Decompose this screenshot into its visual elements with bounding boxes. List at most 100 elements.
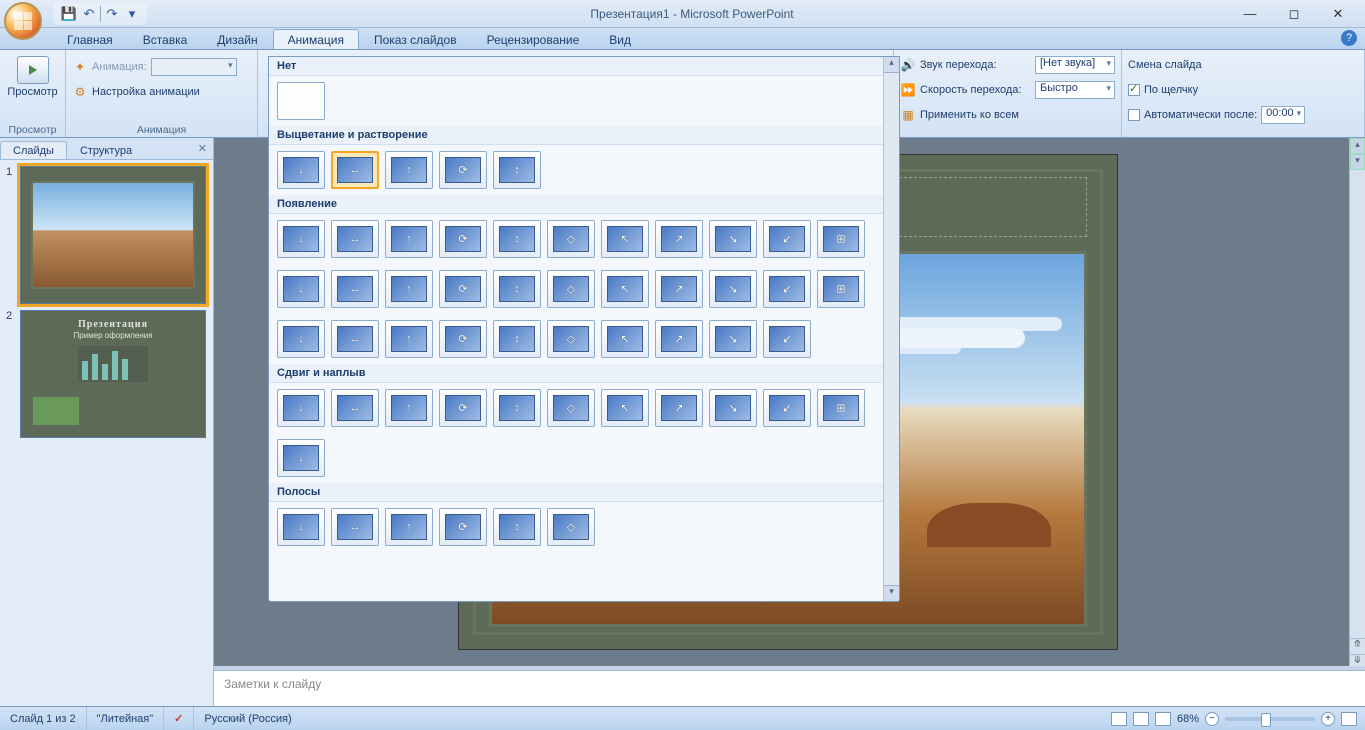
transition-item[interactable]: ⊞ <box>817 389 865 427</box>
thumb-1[interactable] <box>20 166 206 304</box>
preview-button[interactable]: Просмотр <box>6 52 59 102</box>
qat-dropdown-icon[interactable]: ▾ <box>123 5 141 23</box>
transition-item[interactable]: ↘ <box>709 270 757 308</box>
transition-item[interactable]: ↕ <box>493 320 541 358</box>
transition-item[interactable]: ↓ <box>277 151 325 189</box>
transition-item[interactable]: ↔ <box>331 270 379 308</box>
transition-item[interactable]: ↖ <box>601 389 649 427</box>
notes-pane[interactable]: Заметки к слайду <box>214 670 1365 706</box>
slides-panel-close-icon[interactable]: ✕ <box>198 142 207 155</box>
tab-outline[interactable]: Структура <box>67 141 145 159</box>
transition-item[interactable]: ↑ <box>385 320 433 358</box>
transition-item[interactable]: ↕ <box>493 220 541 258</box>
transition-item[interactable]: ↓ <box>277 270 325 308</box>
auto-after-value[interactable]: 00:00 <box>1261 106 1305 124</box>
transition-item[interactable]: ↓ <box>277 320 325 358</box>
tab-design[interactable]: Дизайн <box>202 29 272 49</box>
tab-insert[interactable]: Вставка <box>128 29 203 49</box>
tab-review[interactable]: Рецензирование <box>472 29 595 49</box>
office-button[interactable] <box>4 2 42 40</box>
apply-all-button[interactable]: ▦ Применить ко всем <box>900 104 1115 126</box>
speed-combo[interactable]: Быстро <box>1035 81 1115 99</box>
tab-home[interactable]: Главная <box>52 29 128 49</box>
tab-slides[interactable]: Слайды <box>0 141 67 159</box>
transition-item[interactable]: ↕ <box>493 270 541 308</box>
transition-item[interactable]: ↑ <box>385 151 433 189</box>
transition-item[interactable]: ↓ <box>277 508 325 546</box>
transition-item[interactable]: ↓ <box>277 389 325 427</box>
thumb-2-wrap[interactable]: 2 Презентация Пример оформления <box>6 310 207 438</box>
transition-item[interactable]: ⟳ <box>439 389 487 427</box>
transition-item[interactable]: ↓ <box>277 439 325 477</box>
transition-item[interactable]: ↖ <box>601 320 649 358</box>
view-sorter-button[interactable] <box>1133 712 1149 726</box>
transition-item[interactable]: ↖ <box>601 270 649 308</box>
gallery-scroll-up-icon[interactable]: ▴ <box>884 57 899 73</box>
tab-view[interactable]: Вид <box>594 29 646 49</box>
scroll-up-icon[interactable]: ▴ <box>1350 138 1365 154</box>
zoom-slider[interactable] <box>1225 717 1315 721</box>
transition-item[interactable]: ⊞ <box>817 220 865 258</box>
prev-slide-button[interactable]: ⤊ <box>1350 638 1365 654</box>
thumb-2[interactable]: Презентация Пример оформления <box>20 310 206 438</box>
minimize-button[interactable]: — <box>1237 4 1263 24</box>
close-button[interactable]: ✕ <box>1325 4 1351 24</box>
transition-item[interactable]: ↗ <box>655 320 703 358</box>
transition-item[interactable]: ↘ <box>709 220 757 258</box>
transition-item[interactable]: ↕ <box>493 389 541 427</box>
transition-item[interactable]: ↔ <box>331 151 379 189</box>
transition-item[interactable]: ⊞ <box>817 270 865 308</box>
transition-item[interactable]: ↕ <box>493 508 541 546</box>
transition-item[interactable]: ↕ <box>493 151 541 189</box>
zoom-out-button[interactable]: − <box>1205 712 1219 726</box>
status-language[interactable]: Русский (Россия) <box>194 707 301 730</box>
auto-after-checkbox[interactable] <box>1128 109 1140 121</box>
transition-item[interactable]: ↑ <box>385 508 433 546</box>
transition-item[interactable]: ◇ <box>547 508 595 546</box>
transition-item[interactable]: ↔ <box>331 389 379 427</box>
transition-item[interactable]: ↘ <box>709 389 757 427</box>
transition-item[interactable]: ↙ <box>763 320 811 358</box>
transition-item[interactable]: ↙ <box>763 220 811 258</box>
tab-slideshow[interactable]: Показ слайдов <box>359 29 472 49</box>
transition-item[interactable]: ⟳ <box>439 270 487 308</box>
view-slideshow-button[interactable] <box>1155 712 1171 726</box>
transition-item[interactable]: ⟳ <box>439 320 487 358</box>
transition-item[interactable]: ↔ <box>331 220 379 258</box>
scroll-down-icon[interactable]: ▾ <box>1350 154 1365 170</box>
transition-none[interactable] <box>277 82 325 120</box>
transition-item[interactable]: ↓ <box>277 220 325 258</box>
editor-vertical-scrollbar[interactable]: ▴ ▾ ⤊ ⤋ <box>1349 138 1365 670</box>
help-button[interactable]: ? <box>1341 30 1357 46</box>
transition-item[interactable]: ⟳ <box>439 151 487 189</box>
transition-item[interactable]: ⟳ <box>439 220 487 258</box>
custom-animation-button[interactable]: ⚙ Настройка анимации <box>72 81 251 103</box>
maximize-button[interactable]: ◻ <box>1281 4 1307 24</box>
save-icon[interactable]: 💾 <box>60 5 78 23</box>
transition-item[interactable]: ↙ <box>763 389 811 427</box>
view-normal-button[interactable] <box>1111 712 1127 726</box>
status-spellcheck[interactable]: ✓ <box>164 707 194 730</box>
redo-icon[interactable]: ↷ <box>103 5 121 23</box>
transition-item[interactable]: ↔ <box>331 508 379 546</box>
fit-to-window-button[interactable] <box>1341 712 1357 726</box>
tab-animation[interactable]: Анимация <box>273 29 359 49</box>
transition-item[interactable]: ↘ <box>709 320 757 358</box>
gallery-scroll-down-icon[interactable]: ▾ <box>884 585 899 601</box>
transition-item[interactable]: ◇ <box>547 220 595 258</box>
undo-icon[interactable]: ↶ <box>80 5 98 23</box>
transition-item[interactable]: ↑ <box>385 220 433 258</box>
transition-item[interactable]: ◇ <box>547 320 595 358</box>
transition-item[interactable]: ◇ <box>547 389 595 427</box>
sound-combo[interactable]: [Нет звука] <box>1035 56 1115 74</box>
transition-item[interactable]: ↗ <box>655 220 703 258</box>
transition-item[interactable]: ↗ <box>655 389 703 427</box>
transition-item[interactable]: ↑ <box>385 389 433 427</box>
onclick-checkbox[interactable] <box>1128 84 1140 96</box>
transition-item[interactable]: ◇ <box>547 270 595 308</box>
transition-item[interactable]: ↑ <box>385 270 433 308</box>
gallery-scrollbar[interactable]: ▴ ▾ <box>883 57 899 601</box>
transition-item[interactable]: ↙ <box>763 270 811 308</box>
transition-item[interactable]: ↖ <box>601 220 649 258</box>
transition-item[interactable]: ↗ <box>655 270 703 308</box>
